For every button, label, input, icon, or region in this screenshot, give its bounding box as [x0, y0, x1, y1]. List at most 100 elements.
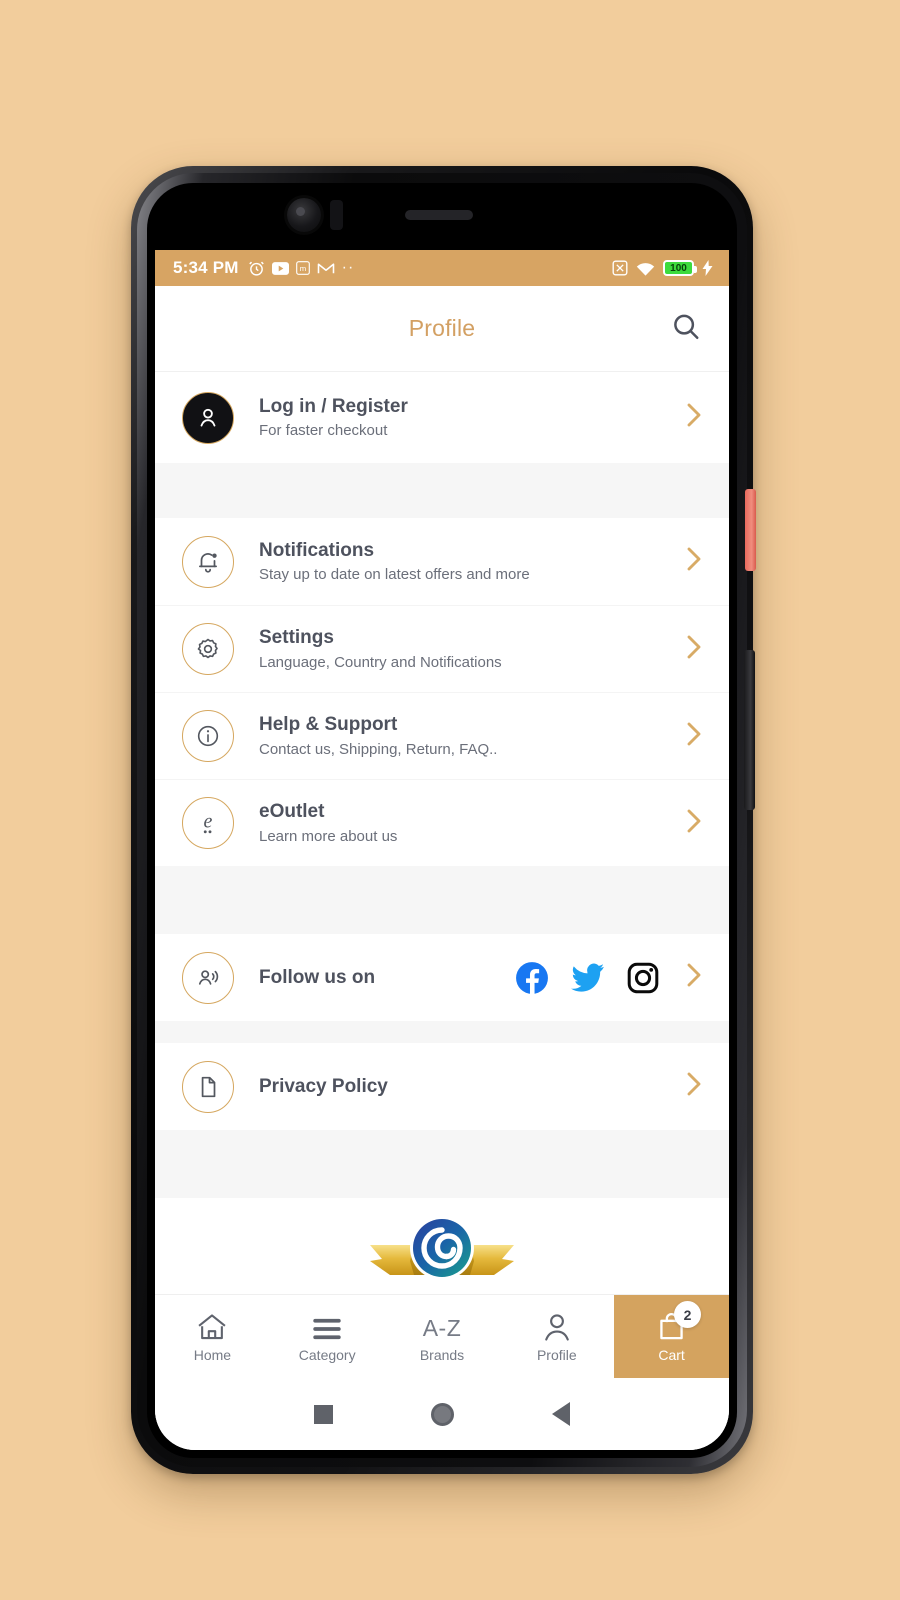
search-icon[interactable]	[671, 311, 701, 346]
nav-tab-label: Category	[298, 1347, 356, 1363]
svg-text:m: m	[299, 264, 305, 273]
nav-tab-home[interactable]: Home	[155, 1295, 270, 1378]
nav-tab-label: Cart	[658, 1347, 685, 1363]
app-bar: Profile	[155, 286, 729, 372]
a-z-label: A-Z	[422, 1315, 462, 1341]
nav-tab-brands[interactable]: A-Z Brands	[385, 1295, 500, 1378]
eoutlet-logo-icon: e	[182, 797, 234, 849]
status-bar-system-icons: 100	[612, 260, 713, 276]
chevron-right-icon	[683, 960, 705, 995]
follow-icon-wrap	[181, 951, 235, 1005]
privacy-policy-title: Privacy Policy	[259, 1075, 388, 1097]
nav-tab-cart[interactable]: 2 Cart	[614, 1295, 729, 1378]
section-gap	[155, 1130, 729, 1198]
privacy-icon-wrap	[181, 1060, 235, 1114]
youtube-icon	[271, 261, 289, 275]
android-system-nav	[155, 1378, 729, 1450]
social-links	[515, 961, 659, 995]
facebook-icon[interactable]	[515, 961, 549, 995]
menu-item-title: Notifications	[259, 539, 375, 561]
a-z-icon: A-Z	[423, 1310, 462, 1342]
follow-us-row[interactable]: Follow us on	[155, 934, 729, 1021]
login-register-title: Log in / Register	[259, 395, 408, 417]
menu-card: Notifications Stay up to date on latest …	[155, 518, 729, 866]
bottom-navigation-bar: Home Category A-Z Brands Profile 2 Cart	[155, 1294, 729, 1378]
menu-item-subtitle: Learn more about us	[259, 827, 398, 845]
svg-text:e: e	[204, 810, 213, 832]
chevron-right-icon	[683, 544, 705, 579]
account-card: Log in / Register For faster checkout	[155, 372, 729, 463]
triangle-back-icon[interactable]	[552, 1402, 570, 1426]
menu-item-help-support[interactable]: Help & Support Contact us, Shipping, Ret…	[155, 692, 729, 779]
notifications-icon-wrap	[181, 535, 235, 589]
notifications-text: Notifications Stay up to date on latest …	[259, 539, 673, 584]
chevron-right-icon	[683, 719, 705, 754]
privacy-card: Privacy Policy	[155, 1043, 729, 1130]
help-text: Help & Support Contact us, Shipping, Ret…	[259, 713, 673, 758]
section-gap	[155, 463, 729, 518]
menu-item-subtitle: Contact us, Shipping, Return, FAQ..	[259, 740, 498, 758]
help-icon-wrap	[181, 709, 235, 763]
eoutlet-icon-wrap: e	[181, 796, 235, 850]
gmail-icon	[317, 261, 335, 275]
menu-item-eoutlet[interactable]: e eOutlet Learn more about us	[155, 779, 729, 866]
instagram-icon[interactable]	[627, 962, 659, 994]
home-icon	[196, 1310, 228, 1342]
info-circle-icon	[182, 710, 234, 762]
camera-sensor-icon	[330, 200, 343, 230]
nav-tab-label: Home	[193, 1347, 232, 1363]
user-avatar-icon	[182, 391, 234, 444]
chevron-right-icon	[683, 806, 705, 841]
shopping-bag-icon: 2	[656, 1301, 702, 1342]
volume-rocker-button[interactable]	[744, 650, 755, 810]
nav-tab-category[interactable]: Category	[270, 1295, 385, 1378]
person-icon	[542, 1310, 572, 1342]
privacy-text: Privacy Policy	[259, 1075, 673, 1098]
status-bar-clock: 5:34 PM	[173, 258, 239, 277]
nav-tab-label: Brands	[419, 1347, 465, 1363]
brand-badge-band	[155, 1198, 729, 1294]
status-bar: 5:34 PM m ·· 100	[155, 250, 729, 286]
twitter-icon[interactable]	[571, 963, 605, 993]
menu-item-settings[interactable]: Settings Language, Country and Notificat…	[155, 605, 729, 692]
screenshot-stage: 5:34 PM m ·· 100 Profile Log in / Regist…	[0, 0, 900, 1600]
earpiece-speaker	[405, 210, 473, 220]
cart-badge: 2	[674, 1301, 702, 1328]
gear-icon	[182, 623, 234, 675]
menu-item-title: Help & Support	[259, 714, 398, 736]
battery-level-label: 100	[670, 262, 687, 274]
settings-text: Settings Language, Country and Notificat…	[259, 626, 673, 671]
menu-item-title: eOutlet	[259, 801, 325, 823]
charging-bolt-icon	[702, 260, 713, 276]
section-gap	[155, 866, 729, 934]
login-register-row[interactable]: Log in / Register For faster checkout	[155, 372, 729, 463]
follow-us-title: Follow us on	[259, 966, 376, 988]
eoutlet-award-badge	[362, 1211, 522, 1290]
front-camera-icon	[287, 198, 321, 232]
chevron-right-icon	[683, 400, 705, 435]
square-recents-icon[interactable]	[314, 1404, 333, 1424]
section-gap	[155, 1021, 729, 1043]
circle-home-icon[interactable]	[431, 1402, 454, 1426]
login-register-icon-wrap	[181, 391, 235, 445]
menu-item-subtitle: Stay up to date on latest offers and mor…	[259, 566, 530, 584]
settings-icon-wrap	[181, 622, 235, 676]
follow-card: Follow us on	[155, 934, 729, 1021]
menu-item-notifications[interactable]: Notifications Stay up to date on latest …	[155, 518, 729, 605]
login-register-subtitle: For faster checkout	[259, 422, 388, 440]
no-sim-icon	[612, 260, 628, 276]
power-button[interactable]	[745, 489, 756, 571]
hamburger-icon	[311, 1310, 343, 1342]
menu-item-title: Settings	[259, 627, 334, 649]
eoutlet-text: eOutlet Learn more about us	[259, 800, 673, 845]
page-title: Profile	[408, 315, 476, 341]
bell-icon	[182, 535, 234, 588]
nav-tab-profile[interactable]: Profile	[499, 1295, 614, 1378]
alarm-icon	[248, 260, 265, 277]
status-bar-notification-icons: m ··	[248, 260, 355, 277]
menu-item-privacy-policy[interactable]: Privacy Policy	[155, 1043, 729, 1130]
menu-item-subtitle: Language, Country and Notifications	[259, 653, 502, 671]
app-viewport: 5:34 PM m ·· 100 Profile Log in / Regist…	[155, 250, 729, 1450]
document-icon	[182, 1060, 234, 1113]
m-app-icon: m	[295, 261, 310, 275]
